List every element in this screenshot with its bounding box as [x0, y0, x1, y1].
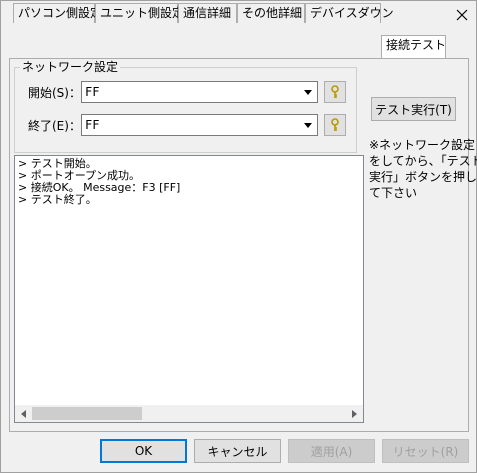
reset-button[interactable]: リセット(R)	[382, 439, 469, 463]
note-line: ※ネットワーク設定	[369, 138, 476, 152]
start-combobox[interactable]: FF	[81, 81, 318, 103]
log-textarea[interactable]: > テスト開始。 > ポートオープン成功。 > 接続OK。 Message：F3…	[14, 155, 364, 423]
note-line: 実行」ボタンを押し	[369, 170, 477, 184]
tab-device-down[interactable]: デバイスダウン	[305, 3, 394, 23]
instruction-note: ※ネットワーク設定 をしてから、「テスト 実行」ボタンを押し て下さい	[369, 137, 477, 201]
note-line: て下さい	[369, 186, 418, 200]
end-combobox[interactable]: FF	[81, 114, 318, 136]
close-button[interactable]	[447, 1, 477, 29]
end-value: FF	[85, 118, 100, 132]
close-icon	[456, 9, 468, 21]
key-icon	[331, 118, 339, 131]
tab-comm-details[interactable]: 通信詳細	[178, 3, 237, 23]
chevron-down-icon[interactable]	[300, 83, 316, 101]
note-line: をしてから、「テスト	[369, 154, 477, 168]
tab-pc-settings[interactable]: パソコン側設定	[13, 3, 102, 23]
network-settings-group	[14, 67, 357, 153]
apply-button[interactable]: 適用(A)	[288, 439, 375, 463]
end-key-button[interactable]	[324, 114, 346, 136]
scrollbar-thumb[interactable]	[32, 407, 142, 420]
cancel-button[interactable]: キャンセル	[194, 439, 281, 463]
tab-other-details[interactable]: その他詳細	[237, 3, 305, 23]
horizontal-scrollbar[interactable]	[15, 405, 363, 422]
tab-connection-test[interactable]: 接続テスト	[381, 35, 446, 58]
chevron-down-icon[interactable]	[300, 116, 316, 134]
network-settings-title: ネットワーク設定	[20, 60, 121, 74]
scroll-left-icon[interactable]	[15, 405, 32, 422]
log-lines: > テスト開始。 > ポートオープン成功。 > 接続OK。 Message：F3…	[18, 158, 180, 206]
start-label: 開始(S)：	[28, 86, 81, 100]
tab-unit-settings[interactable]: ユニット側設定	[95, 3, 184, 23]
start-key-button[interactable]	[324, 81, 346, 103]
test-run-button[interactable]: テスト実行(T)	[371, 97, 456, 121]
ok-button[interactable]: OK	[100, 439, 187, 463]
end-label: 終了(E)：	[28, 119, 81, 133]
start-value: FF	[85, 85, 100, 99]
dialog-window: パソコン側設定 ユニット側設定 通信詳細 その他詳細 デバイスダウン 接続テスト…	[0, 0, 477, 473]
log-line: > テスト終了。	[18, 193, 97, 206]
key-icon	[331, 85, 339, 98]
scroll-right-icon[interactable]	[346, 405, 363, 422]
